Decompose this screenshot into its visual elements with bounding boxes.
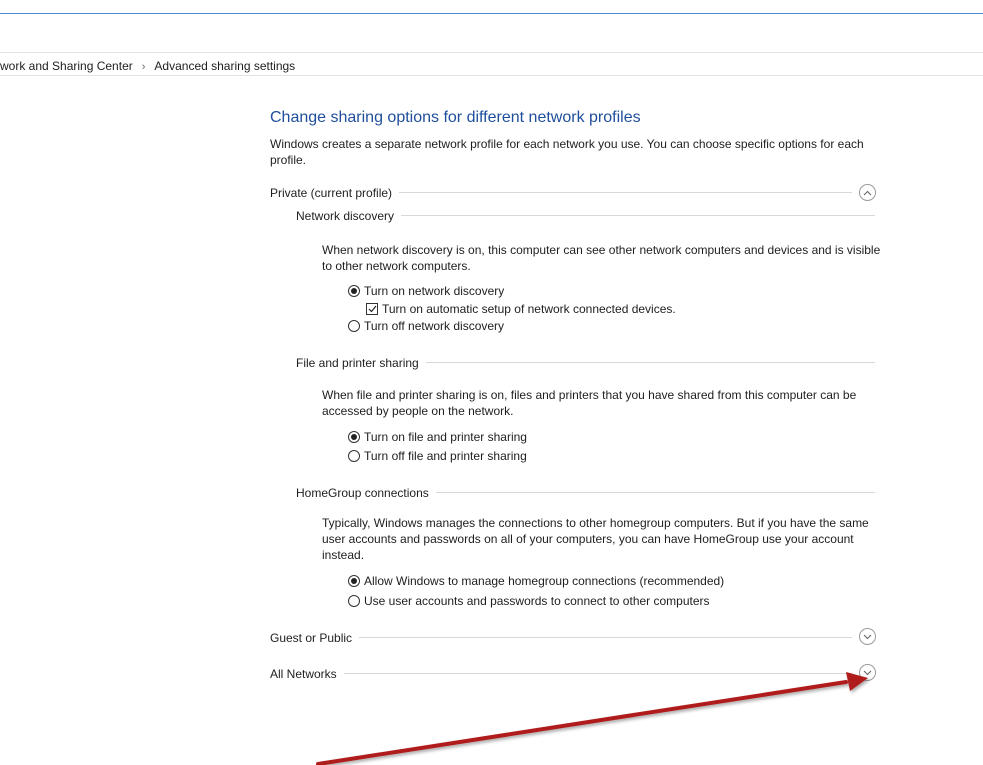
- homegroup-allow-option[interactable]: Allow Windows to manage homegroup connec…: [348, 573, 724, 589]
- address-bar-bottom-border: [0, 75, 983, 76]
- checkmark-icon: [368, 305, 376, 313]
- chevron-down-icon: [863, 670, 872, 675]
- guest-profile-label: Guest or Public: [270, 631, 360, 645]
- address-bar-top-border: [0, 52, 983, 53]
- file-printer-on-label: Turn on file and printer sharing: [364, 430, 527, 444]
- homegroup-allow-label: Allow Windows to manage homegroup connec…: [364, 574, 725, 588]
- all-networks-header[interactable]: All Networks: [270, 665, 344, 683]
- advanced-sharing-settings-window: work and Sharing Center › Advanced sharing…: [0, 0, 983, 765]
- auto-setup-label: Turn on automatic setup of network conne…: [382, 302, 676, 316]
- homegroup-header: HomeGroup connections: [296, 484, 436, 502]
- chevron-up-icon: [863, 190, 872, 195]
- network-discovery-off-radio[interactable]: [348, 320, 360, 332]
- page-title: Change sharing options for different net…: [270, 109, 641, 126]
- page-description: Windows creates a separate network profi…: [270, 137, 864, 167]
- network-discovery-on-label: Turn on network discovery: [364, 284, 505, 298]
- chevron-down-icon: [863, 634, 872, 639]
- file-printer-label: File and printer sharing: [296, 356, 426, 370]
- auto-setup-option[interactable]: Turn on automatic setup of network conne…: [366, 301, 676, 317]
- network-discovery-off-option[interactable]: Turn off network discovery: [348, 318, 504, 334]
- network-discovery-on-radio[interactable]: [348, 285, 360, 297]
- file-printer-on-option[interactable]: Turn on file and printer sharing: [348, 429, 527, 445]
- homegroup-user-label: Use user accounts and passwords to conne…: [364, 594, 710, 608]
- file-printer-description: When file and printer sharing is on, fil…: [322, 388, 857, 418]
- homegroup-user-option[interactable]: Use user accounts and passwords to conne…: [348, 593, 710, 609]
- homegroup-allow-radio[interactable]: [348, 575, 360, 587]
- breadcrumb-separator-icon: ›: [141, 61, 146, 73]
- homegroup-description: Typically, Windows manages the connectio…: [322, 516, 869, 562]
- file-printer-off-label: Turn off file and printer sharing: [364, 449, 527, 463]
- all-networks-label: All Networks: [270, 667, 344, 681]
- network-discovery-header: Network discovery: [296, 207, 402, 225]
- private-profile-collapse-button[interactable]: [859, 184, 876, 201]
- network-discovery-off-label: Turn off network discovery: [364, 319, 505, 333]
- network-discovery-on-option[interactable]: Turn on network discovery: [348, 283, 504, 299]
- file-printer-on-radio[interactable]: [348, 431, 360, 443]
- breadcrumb: work and Sharing Center › Advanced sharing…: [0, 58, 295, 74]
- guest-profile-header[interactable]: Guest or Public: [270, 629, 360, 647]
- breadcrumb-item-advanced-sharing-settings[interactable]: Advanced sharing settings: [154, 59, 295, 73]
- private-profile-header[interactable]: Private (current profile): [270, 184, 400, 202]
- private-profile-label: Private (current profile): [270, 186, 400, 200]
- guest-profile-expand-button[interactable]: [859, 628, 876, 645]
- all-networks-expand-button[interactable]: [859, 664, 876, 681]
- network-discovery-description: When network discovery is on, this compu…: [322, 243, 881, 273]
- file-printer-off-option[interactable]: Turn off file and printer sharing: [348, 448, 527, 464]
- breadcrumb-item-network-sharing-center[interactable]: work and Sharing Center: [0, 58, 133, 74]
- auto-setup-checkbox[interactable]: [366, 303, 378, 315]
- window-top-border: [0, 13, 983, 14]
- all-networks-divider: [270, 673, 852, 674]
- network-discovery-label: Network discovery: [296, 209, 402, 223]
- homegroup-label: HomeGroup connections: [296, 486, 436, 500]
- file-printer-off-radio[interactable]: [348, 450, 360, 462]
- homegroup-user-radio[interactable]: [348, 595, 360, 607]
- file-printer-header: File and printer sharing: [296, 354, 426, 372]
